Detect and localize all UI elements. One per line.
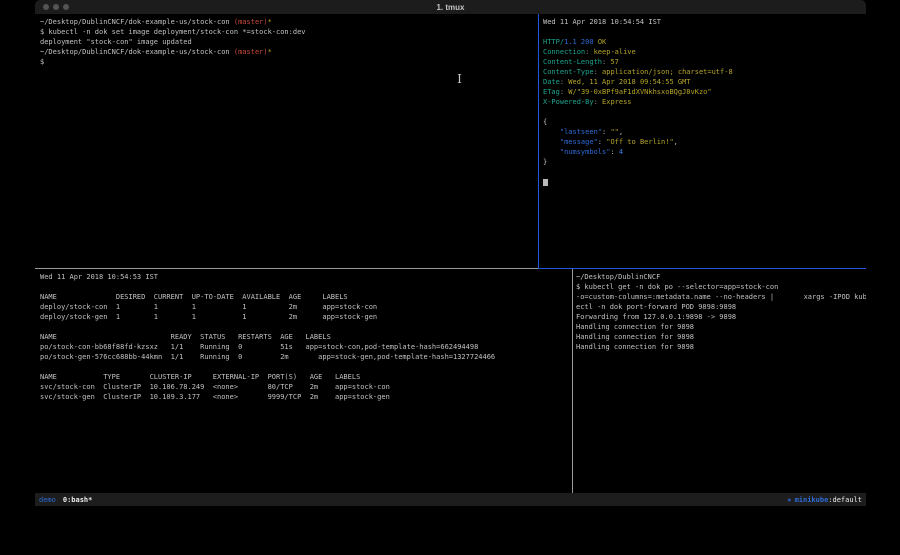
ibeam-mouse-cursor: I: [456, 72, 463, 87]
terminal-line: [40, 362, 572, 372]
terminal-line: Handling connection for 9898: [576, 322, 866, 332]
pane-border-horizontal-left[interactable]: [35, 268, 538, 269]
zoom-button[interactable]: [63, 4, 69, 10]
terminal-line: ETag: W/"39-0xBPf9aF1dXVNkhsxoBQgJ8vKzo": [543, 87, 866, 97]
kube-context-label: minikube: [795, 496, 829, 504]
terminal-line: ~/Desktop/DublinCNCF: [576, 272, 866, 282]
terminal-line: [543, 27, 866, 37]
terminal-line: "lastseen": "",: [543, 127, 866, 137]
terminal-line: NAME READY STATUS RESTARTS AGE LABELS: [40, 332, 572, 342]
terminal-line: [543, 177, 866, 187]
pane-border-vertical-bottom[interactable]: [572, 269, 573, 493]
terminal-line: Date: Wed, 11 Apr 2018 09:54:55 GMT: [543, 77, 866, 87]
terminal-line: deployment "stock-con" image updated: [40, 37, 538, 47]
terminal-line: Content-Type: application/json; charset=…: [543, 67, 866, 77]
terminal-line: [543, 107, 866, 117]
terminal-line: Connection: keep-alive: [543, 47, 866, 57]
tmux-session-name: demo: [39, 496, 56, 504]
terminal-line: -o=custom-columns=:metadata.name --no-he…: [576, 292, 866, 302]
kubernetes-helm-icon: ⎈: [787, 496, 791, 504]
terminal-content: ~/Desktop/DublinCNCF/dok-example-us/stoc…: [35, 14, 866, 493]
terminal-line: [543, 167, 866, 177]
terminal-line: $: [40, 57, 538, 67]
terminal-line: "message": "Off to Berlin!",: [543, 137, 866, 147]
terminal-line: Wed 11 Apr 2018 10:54:53 IST: [40, 272, 572, 282]
terminal-line: $ kubectl -n dok set image deployment/st…: [40, 27, 538, 37]
window-title: 1. tmux: [436, 3, 464, 12]
terminal-line: X-Powered-By: Express: [543, 97, 866, 107]
terminal-line: svc/stock-gen ClusterIP 10.109.3.177 <no…: [40, 392, 572, 402]
pane-border-vertical-top-active[interactable]: [538, 14, 539, 269]
terminal-line: ectl -n dok port-forward POD 9898:9898: [576, 302, 866, 312]
tmux-status-right: ⎈ minikube :default: [787, 496, 862, 504]
tmux-active-window-label[interactable]: 0:bash*: [63, 496, 93, 504]
terminal-line: NAME DESIRED CURRENT UP-TO-DATE AVAILABL…: [40, 292, 572, 302]
terminal-line: [40, 282, 572, 292]
terminal-window: 1. tmux ~/Desktop/DublinCNCF/dok-example…: [35, 0, 866, 506]
terminal-line: ~/Desktop/DublinCNCF/dok-example-us/stoc…: [40, 47, 538, 57]
terminal-line: Wed 11 Apr 2018 10:54:54 IST: [543, 17, 866, 27]
terminal-line: [40, 322, 572, 332]
terminal-line: svc/stock-con ClusterIP 10.106.78.249 <n…: [40, 382, 572, 392]
terminal-line: po/stock-con-bb68f88fd-kzsxz 1/1 Running…: [40, 342, 572, 352]
terminal-line: HTTP/1.1 200 OK: [543, 37, 866, 47]
terminal-line: }: [543, 157, 866, 167]
terminal-line: "numsymbols": 4: [543, 147, 866, 157]
terminal-line: Handling connection for 9898: [576, 342, 866, 352]
tmux-status-bar: demo 0:bash* ⎈ minikube :default: [35, 493, 866, 506]
terminal-line: po/stock-gen-576cc688bb-44kmn 1/1 Runnin…: [40, 352, 572, 362]
traffic-lights: [43, 0, 69, 14]
close-button[interactable]: [43, 4, 49, 10]
pane-kubectl-watch-bottom-left[interactable]: Wed 11 Apr 2018 10:54:53 IST NAME DESIRE…: [35, 272, 572, 493]
minimize-button[interactable]: [53, 4, 59, 10]
kube-namespace-label: :default: [828, 496, 862, 504]
terminal-line: Handling connection for 9898: [576, 332, 866, 342]
terminal-line: $ kubectl get -n dok po --selector=app=s…: [576, 282, 866, 292]
desktop: 1. tmux ~/Desktop/DublinCNCF/dok-example…: [0, 0, 900, 555]
pane-shell-top-left[interactable]: ~/Desktop/DublinCNCF/dok-example-us/stoc…: [35, 14, 538, 268]
terminal-line: deploy/stock-con 1 1 1 1 2m app=stock-co…: [40, 302, 572, 312]
window-titlebar[interactable]: 1. tmux: [35, 0, 866, 14]
terminal-line: deploy/stock-gen 1 1 1 1 2m app=stock-ge…: [40, 312, 572, 322]
terminal-line: NAME TYPE CLUSTER-IP EXTERNAL-IP PORT(S)…: [40, 372, 572, 382]
terminal-line: Content-Length: 57: [543, 57, 866, 67]
pane-http-response-top-right[interactable]: Wed 11 Apr 2018 10:54:54 IST HTTP/1.1 20…: [540, 14, 866, 268]
pane-border-horizontal-right-active[interactable]: [538, 268, 866, 269]
terminal-line: ~/Desktop/DublinCNCF/dok-example-us/stoc…: [40, 17, 538, 27]
terminal-line: {: [543, 117, 866, 127]
pane-port-forward-bottom-right[interactable]: ~/Desktop/DublinCNCF$ kubectl get -n dok…: [575, 272, 866, 493]
terminal-line: Forwarding from 127.0.0.1:9898 -> 9898: [576, 312, 866, 322]
